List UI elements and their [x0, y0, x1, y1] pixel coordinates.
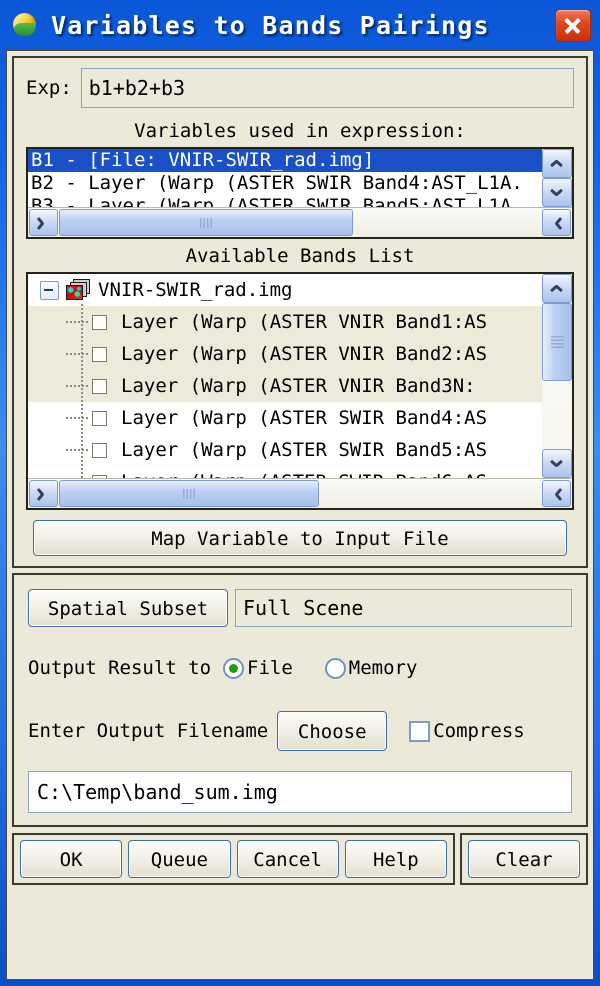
radio-file[interactable]: [223, 657, 245, 679]
scroll-down-icon[interactable]: [542, 178, 572, 207]
title-bar: Variables to Bands Pairings: [0, 0, 600, 50]
clear-button[interactable]: Clear: [468, 840, 580, 878]
list-item[interactable]: B3 - Layer (Warp (ASTER SWIR Band5:AST_L…: [28, 195, 542, 207]
tree-hscroll-track[interactable]: [59, 480, 541, 507]
variables-hscroll-track[interactable]: [59, 209, 541, 236]
clear-button-group: Clear: [460, 833, 588, 885]
output-filename-input[interactable]: C:\Temp\band_sum.img: [28, 771, 572, 813]
band-checkbox[interactable]: [92, 442, 107, 458]
primary-button-group: OK Queue Cancel Help: [12, 833, 455, 885]
tree-vscroll-track[interactable]: [542, 303, 572, 449]
tree-item-label: Layer (Warp (ASTER VNIR Band1:AS: [121, 311, 488, 333]
spatial-subset-row: Spatial Subset Full Scene: [28, 589, 572, 627]
expression-field[interactable]: b1+b2+b3: [80, 68, 574, 108]
radio-file-label: File: [247, 657, 293, 679]
tree-item[interactable]: Layer (Warp (ASTER VNIR Band2:AS: [28, 338, 542, 370]
tree-item[interactable]: Layer (Warp (ASTER SWIR Band5:AS: [28, 434, 542, 466]
list-item[interactable]: B2 - Layer (Warp (ASTER SWIR Band4:AST_L…: [28, 172, 542, 195]
tree-item-label: Layer (Warp (ASTER SWIR Band6:AS: [121, 471, 487, 478]
tree-dot-line: [66, 321, 88, 323]
band-checkbox[interactable]: [92, 346, 107, 362]
tree-root-row[interactable]: VNIR-SWIR_rad.img: [28, 274, 542, 306]
compress-checkbox[interactable]: [409, 720, 431, 742]
tree-connector-line: [81, 304, 83, 478]
queue-button[interactable]: Queue: [128, 840, 231, 878]
output-result-row: Output Result to File Memory: [28, 657, 572, 679]
tree-dot-line: [66, 449, 88, 451]
dialog-client-area: Exp: b1+b2+b3 Variables used in expressi…: [6, 50, 594, 980]
dialog-window: Variables to Bands Pairings Exp: b1+b2+b…: [0, 0, 600, 986]
close-icon[interactable]: [555, 9, 591, 42]
ok-button[interactable]: OK: [20, 840, 123, 878]
output-filename-label: Enter Output Filename: [28, 720, 269, 742]
output-panel: Spatial Subset Full Scene Output Result …: [12, 573, 588, 827]
bands-heading: Available Bands List: [185, 245, 415, 267]
input-panel: Exp: b1+b2+b3 Variables used in expressi…: [12, 56, 588, 568]
tree-item[interactable]: Layer (Warp (ASTER SWIR Band4:AS: [28, 402, 542, 434]
tree-vertical-scrollbar[interactable]: [542, 274, 572, 478]
band-checkbox[interactable]: [92, 378, 107, 394]
variables-horizontal-scrollbar[interactable]: [28, 207, 572, 237]
tree-vscroll-thumb[interactable]: [542, 303, 572, 381]
scroll-left-icon[interactable]: [29, 209, 58, 236]
tree-item-label: Layer (Warp (ASTER SWIR Band5:AS: [121, 439, 488, 461]
scroll-left-icon[interactable]: [29, 480, 58, 507]
scroll-right-icon[interactable]: [542, 209, 571, 236]
cancel-button[interactable]: Cancel: [236, 840, 339, 878]
band-checkbox[interactable]: [92, 314, 107, 330]
tree-item[interactable]: Layer (Warp (ASTER SWIR Band6:AS: [28, 466, 542, 478]
tree-hscroll-thumb[interactable]: [59, 480, 320, 507]
image-stack-icon: [65, 279, 90, 301]
tree-rows[interactable]: VNIR-SWIR_rad.img Layer (Warp (ASTER VNI…: [28, 274, 542, 478]
variables-vertical-scrollbar[interactable]: [542, 149, 572, 207]
tree-root-label: VNIR-SWIR_rad.img: [98, 279, 293, 301]
help-button[interactable]: Help: [344, 840, 447, 878]
tree-item-label: Layer (Warp (ASTER VNIR Band3N:: [121, 375, 476, 397]
tree-item-label: Layer (Warp (ASTER SWIR Band4:AS: [121, 407, 488, 429]
spatial-subset-button[interactable]: Spatial Subset: [28, 589, 228, 627]
button-bar: OK Queue Cancel Help Clear: [12, 833, 588, 885]
variables-listbox: B1 - [File: VNIR-SWIR_rad.img] B2 - Laye…: [26, 147, 574, 239]
variables-hscroll-thumb[interactable]: [59, 209, 354, 236]
tree-dot-line: [66, 385, 88, 387]
variables-heading: Variables used in expression:: [134, 120, 466, 142]
scroll-right-icon[interactable]: [542, 480, 571, 507]
radio-memory-label: Memory: [348, 657, 418, 679]
envi-globe-icon: [11, 11, 39, 39]
available-bands-tree: VNIR-SWIR_rad.img Layer (Warp (ASTER VNI…: [26, 272, 574, 510]
radio-memory[interactable]: [324, 657, 346, 679]
tree-dot-line: [66, 353, 88, 355]
band-checkbox[interactable]: [92, 410, 107, 426]
scroll-down-icon[interactable]: [542, 449, 572, 478]
filename-row: Enter Output Filename Choose Compress: [28, 711, 572, 751]
variables-rows[interactable]: B1 - [File: VNIR-SWIR_rad.img] B2 - Laye…: [28, 149, 542, 207]
scroll-up-icon[interactable]: [542, 149, 572, 178]
tree-dot-line: [66, 417, 88, 419]
expression-row: Exp: b1+b2+b3: [14, 58, 586, 114]
spatial-subset-value: Full Scene: [235, 589, 572, 627]
window-title: Variables to Bands Pairings: [51, 10, 490, 40]
tree-item[interactable]: Layer (Warp (ASTER VNIR Band3N:: [28, 370, 542, 402]
choose-button[interactable]: Choose: [277, 711, 388, 751]
tree-horizontal-scrollbar[interactable]: [28, 478, 572, 508]
compress-label: Compress: [433, 720, 525, 742]
collapse-minus-icon[interactable]: [40, 280, 59, 300]
band-checkbox[interactable]: [92, 474, 107, 478]
scroll-up-icon[interactable]: [542, 274, 572, 303]
tree-item-label: Layer (Warp (ASTER VNIR Band2:AS: [121, 343, 488, 365]
tree-item[interactable]: Layer (Warp (ASTER VNIR Band1:AS: [28, 306, 542, 338]
output-result-label: Output Result to: [28, 657, 212, 679]
expression-label: Exp:: [26, 77, 72, 99]
list-item[interactable]: B1 - [File: VNIR-SWIR_rad.img]: [28, 149, 542, 172]
map-variable-to-input-file-button[interactable]: Map Variable to Input File: [33, 520, 567, 556]
